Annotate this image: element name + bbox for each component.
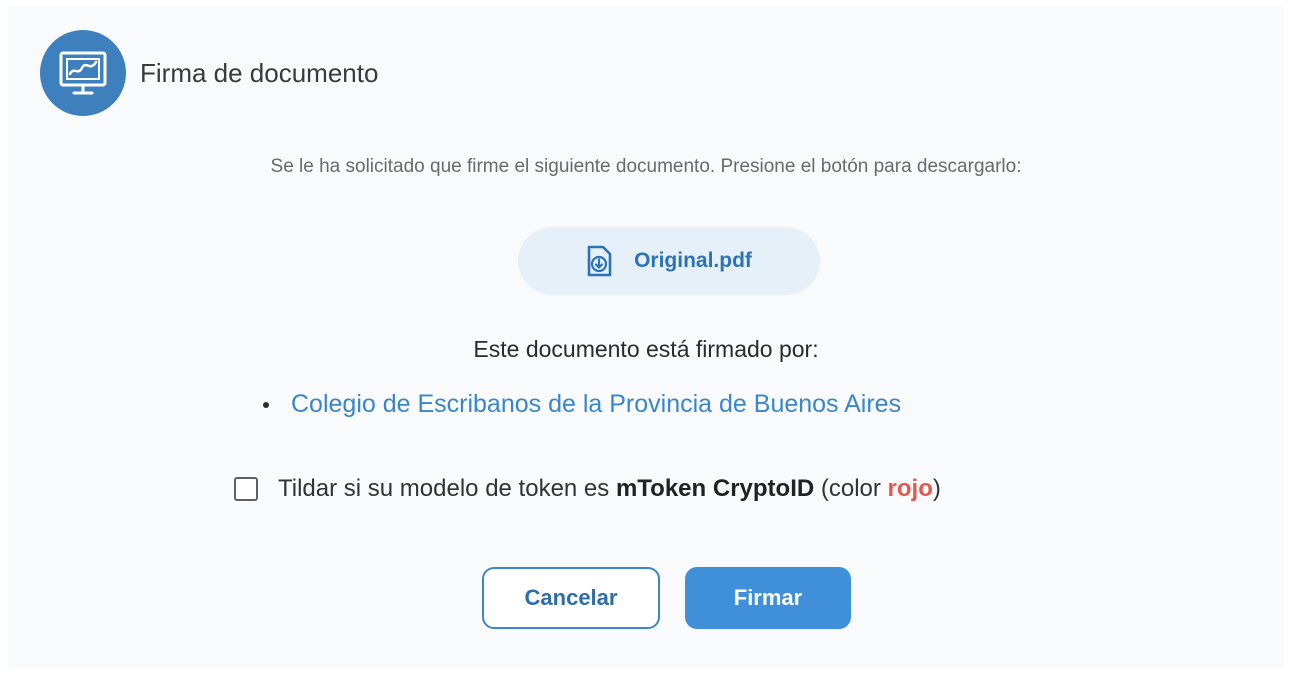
signed-by-heading: Este documento está firmado por: [473,336,819,362]
file-name: Original.pdf [634,249,752,272]
signer-list-item: Colegio de Escribanos de la Provincia de… [263,390,901,419]
intro-text: Se le ha solicitado que firme el siguien… [270,156,1022,177]
signature-monitor-icon [40,30,126,116]
signer-link[interactable]: Colegio de Escribanos de la Provincia de… [291,390,901,419]
cancel-button[interactable]: Cancelar [482,567,660,629]
download-file-button[interactable]: Original.pdf [518,227,820,295]
token-color-word: rojo [887,475,933,502]
bullet [263,401,269,408]
token-model-name: mToken CryptoID [615,475,815,502]
token-model-option[interactable]: Tildar si su modelo de token es mToken C… [234,475,941,503]
sign-button[interactable]: Firmar [685,567,851,629]
dialog-header: Firma de documento [40,30,378,116]
dialog-title: Firma de documento [140,57,379,88]
token-closing-paren: ) [932,475,941,502]
sign-document-dialog: Firma de documento Se le ha solicitado q… [8,6,1284,668]
token-color-text: (color [820,475,881,502]
token-option-text: Tildar si su modelo de token es [278,475,610,502]
token-model-checkbox[interactable] [234,477,258,501]
file-download-icon [586,245,612,277]
